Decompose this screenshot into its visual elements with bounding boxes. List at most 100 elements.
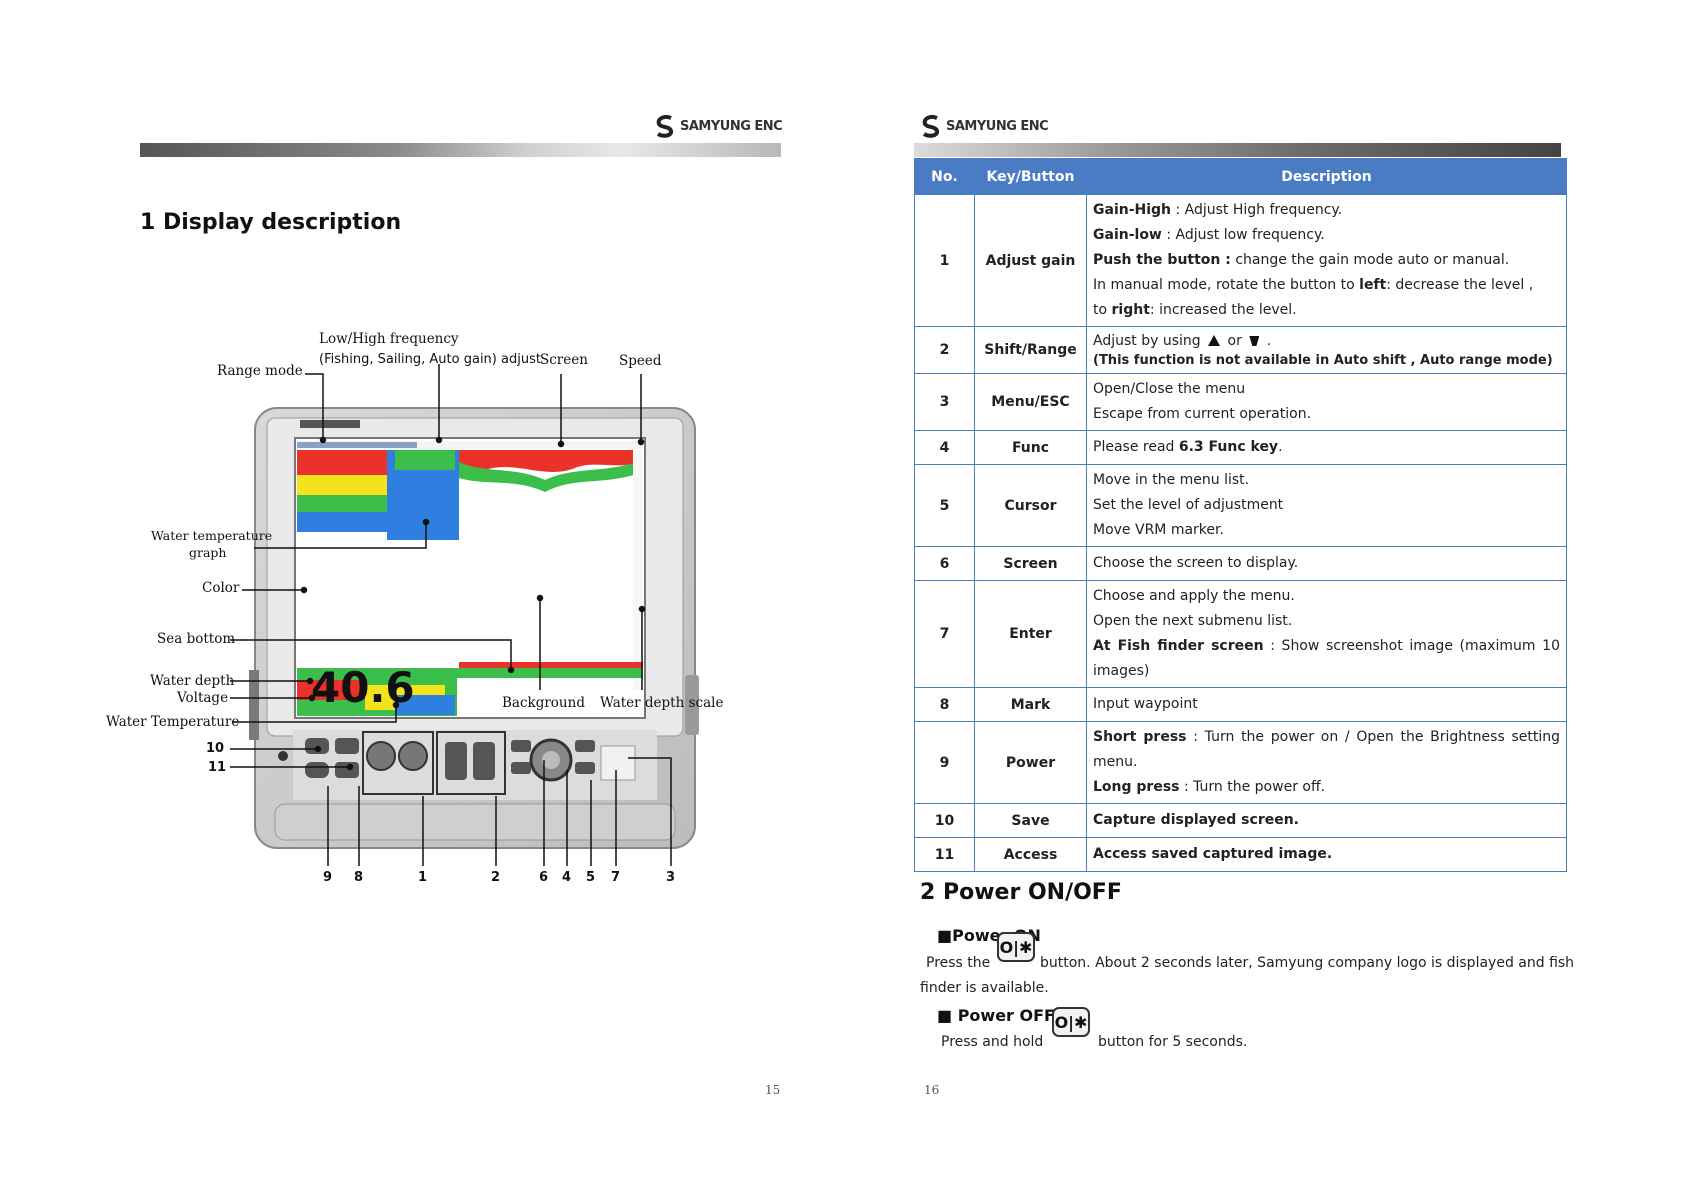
button-9-power (305, 762, 329, 778)
row-no: 11 (914, 837, 975, 872)
table-header-row: No. Key/Button Description (914, 158, 1567, 195)
desc-text: Please read (1093, 439, 1179, 455)
table-row: 6 Screen Choose the screen to display. (914, 546, 1567, 581)
desc-note: (This function is not available in Auto … (1093, 353, 1553, 368)
row-key: Menu/ESC (974, 373, 1087, 431)
row-description: Choose and apply the menu. Open the next… (1086, 580, 1567, 688)
number-11: 11 (208, 760, 227, 775)
desc-text: images) (1093, 663, 1150, 679)
table-row: 8 Mark Input waypoint (914, 687, 1567, 722)
label-fishing-adjust: (Fishing, Sailing, Auto gain) adjust (319, 352, 541, 367)
desc-bold: Long press (1093, 779, 1180, 795)
key-button-table: No. Key/Button Description 1 Adjust gain… (914, 158, 1567, 872)
row-no: 8 (914, 687, 975, 722)
desc-bold: Push the button : (1093, 252, 1231, 268)
header-description: Description (1086, 158, 1567, 195)
header-key-button: Key/Button (974, 158, 1087, 195)
row-no: 9 (914, 721, 975, 804)
desc-text: Input waypoint (1093, 696, 1198, 712)
desc-text: or (1223, 333, 1247, 349)
label-speed: Speed (619, 353, 662, 369)
desc-text: Open/Close the menu (1093, 381, 1246, 397)
number-9: 9 (323, 870, 333, 885)
label-water-temperature: Water Temperature (106, 714, 240, 730)
page-title-display-description: 1 Display description (140, 210, 402, 235)
table-row: 4 Func Please read 6.3 Func key. (914, 430, 1567, 465)
left-logo-text: SAMYUNG ENC (680, 118, 783, 134)
button-7-enter (575, 740, 595, 752)
label-range-mode: Range mode (217, 363, 303, 379)
number-5: 5 (586, 870, 596, 885)
table-row: 2 Shift/Range Adjust by using or . (This… (914, 326, 1567, 374)
desc-text: In manual mode, rotate the button to (1093, 277, 1360, 293)
table-row: 7 Enter Choose and apply the menu. Open … (914, 580, 1567, 688)
table-row: 3 Menu/ESC Open/Close the menu Escape fr… (914, 373, 1567, 431)
row-description: Input waypoint (1086, 687, 1567, 722)
row-key: Cursor (974, 464, 1087, 547)
fish-finder-device-illustration: 40.6 (249, 407, 699, 849)
row-key: Func (974, 430, 1087, 465)
row-no: 2 (914, 326, 975, 374)
number-6: 6 (539, 870, 549, 885)
row-key: Save (974, 803, 1087, 838)
row-no: 4 (914, 430, 975, 465)
row-no: 5 (914, 464, 975, 547)
label-water-temperature-graph-line2: graph (189, 545, 227, 560)
row-description: Short press : Turn the power on / Open t… (1086, 721, 1567, 804)
depth-readout: 40.6 (311, 663, 415, 712)
samyung-logo-icon (654, 114, 676, 138)
desc-text: Move in the menu list. (1093, 472, 1250, 488)
row-key: Power (974, 721, 1087, 804)
label-low-high-frequency: Low/High frequency (319, 331, 459, 347)
label-color: Color (202, 580, 240, 596)
power-on-text-b: button. About 2 seconds later, Samyung c… (1040, 955, 1575, 971)
desc-bold: Gain-low (1093, 227, 1162, 243)
right-header-logo: SAMYUNG ENC (920, 112, 1049, 140)
number-8: 8 (354, 870, 364, 885)
row-description: Gain-High : Adjust High frequency. Gain-… (1086, 194, 1567, 327)
desc-text: : Turn the power off. (1179, 779, 1326, 795)
button-3-menu (600, 745, 636, 781)
left-page-number: 15 (765, 1083, 781, 1097)
number-4: 4 (562, 870, 572, 885)
row-description: Access saved captured image. (1086, 837, 1567, 872)
row-no: 3 (914, 373, 975, 431)
desc-text: menu. (1093, 754, 1138, 770)
desc-text: : Adjust High frequency. (1171, 202, 1343, 218)
label-sea-bottom: Sea bottom (157, 631, 236, 647)
desc-text: : Show screenshot image (maximum 10 (1263, 638, 1560, 654)
number-10: 10 (206, 741, 225, 756)
power-button-icon: O|✱ (1052, 1007, 1090, 1037)
desc-bold: Gain-High (1093, 202, 1172, 218)
row-no: 6 (914, 546, 975, 581)
desc-text: to (1093, 302, 1112, 318)
button-6-screen (511, 740, 531, 752)
left-header-bar (140, 143, 781, 157)
table-row: 11 Access Access saved captured image. (914, 837, 1567, 872)
desc-text: . (1262, 333, 1272, 349)
desc-text: Move VRM marker. (1093, 522, 1224, 538)
desc-text: Choose and apply the menu. (1093, 588, 1295, 604)
desc-text: change the gain mode auto or manual. (1230, 252, 1510, 268)
desc-text: Escape from current operation. (1093, 406, 1312, 422)
desc-bold: Short press (1093, 729, 1187, 745)
number-7: 7 (611, 870, 621, 885)
power-off-text-b: button for 5 seconds. (1098, 1034, 1248, 1050)
row-description: Please read 6.3 Func key. (1086, 430, 1567, 465)
right-page-number: 16 (924, 1083, 940, 1097)
number-1: 1 (418, 870, 428, 885)
row-key: Mark (974, 687, 1087, 722)
samyung-logo-icon (920, 114, 942, 138)
desc-bold: Capture displayed screen. (1093, 812, 1299, 828)
table-row: 9 Power Short press : Turn the power on … (914, 721, 1567, 804)
desc-bold: Access saved captured image. (1093, 846, 1333, 862)
left-header-logo: SAMYUNG ENC (654, 112, 783, 140)
number-3: 3 (666, 870, 676, 885)
row-key: Access (974, 837, 1087, 872)
desc-text: : Adjust low frequency. (1161, 227, 1325, 243)
label-voltage: Voltage (177, 690, 229, 706)
row-description: Choose the screen to display. (1086, 546, 1567, 581)
row-no: 1 (914, 194, 975, 327)
right-header-bar (914, 143, 1561, 157)
right-logo-text: SAMYUNG ENC (946, 118, 1049, 134)
